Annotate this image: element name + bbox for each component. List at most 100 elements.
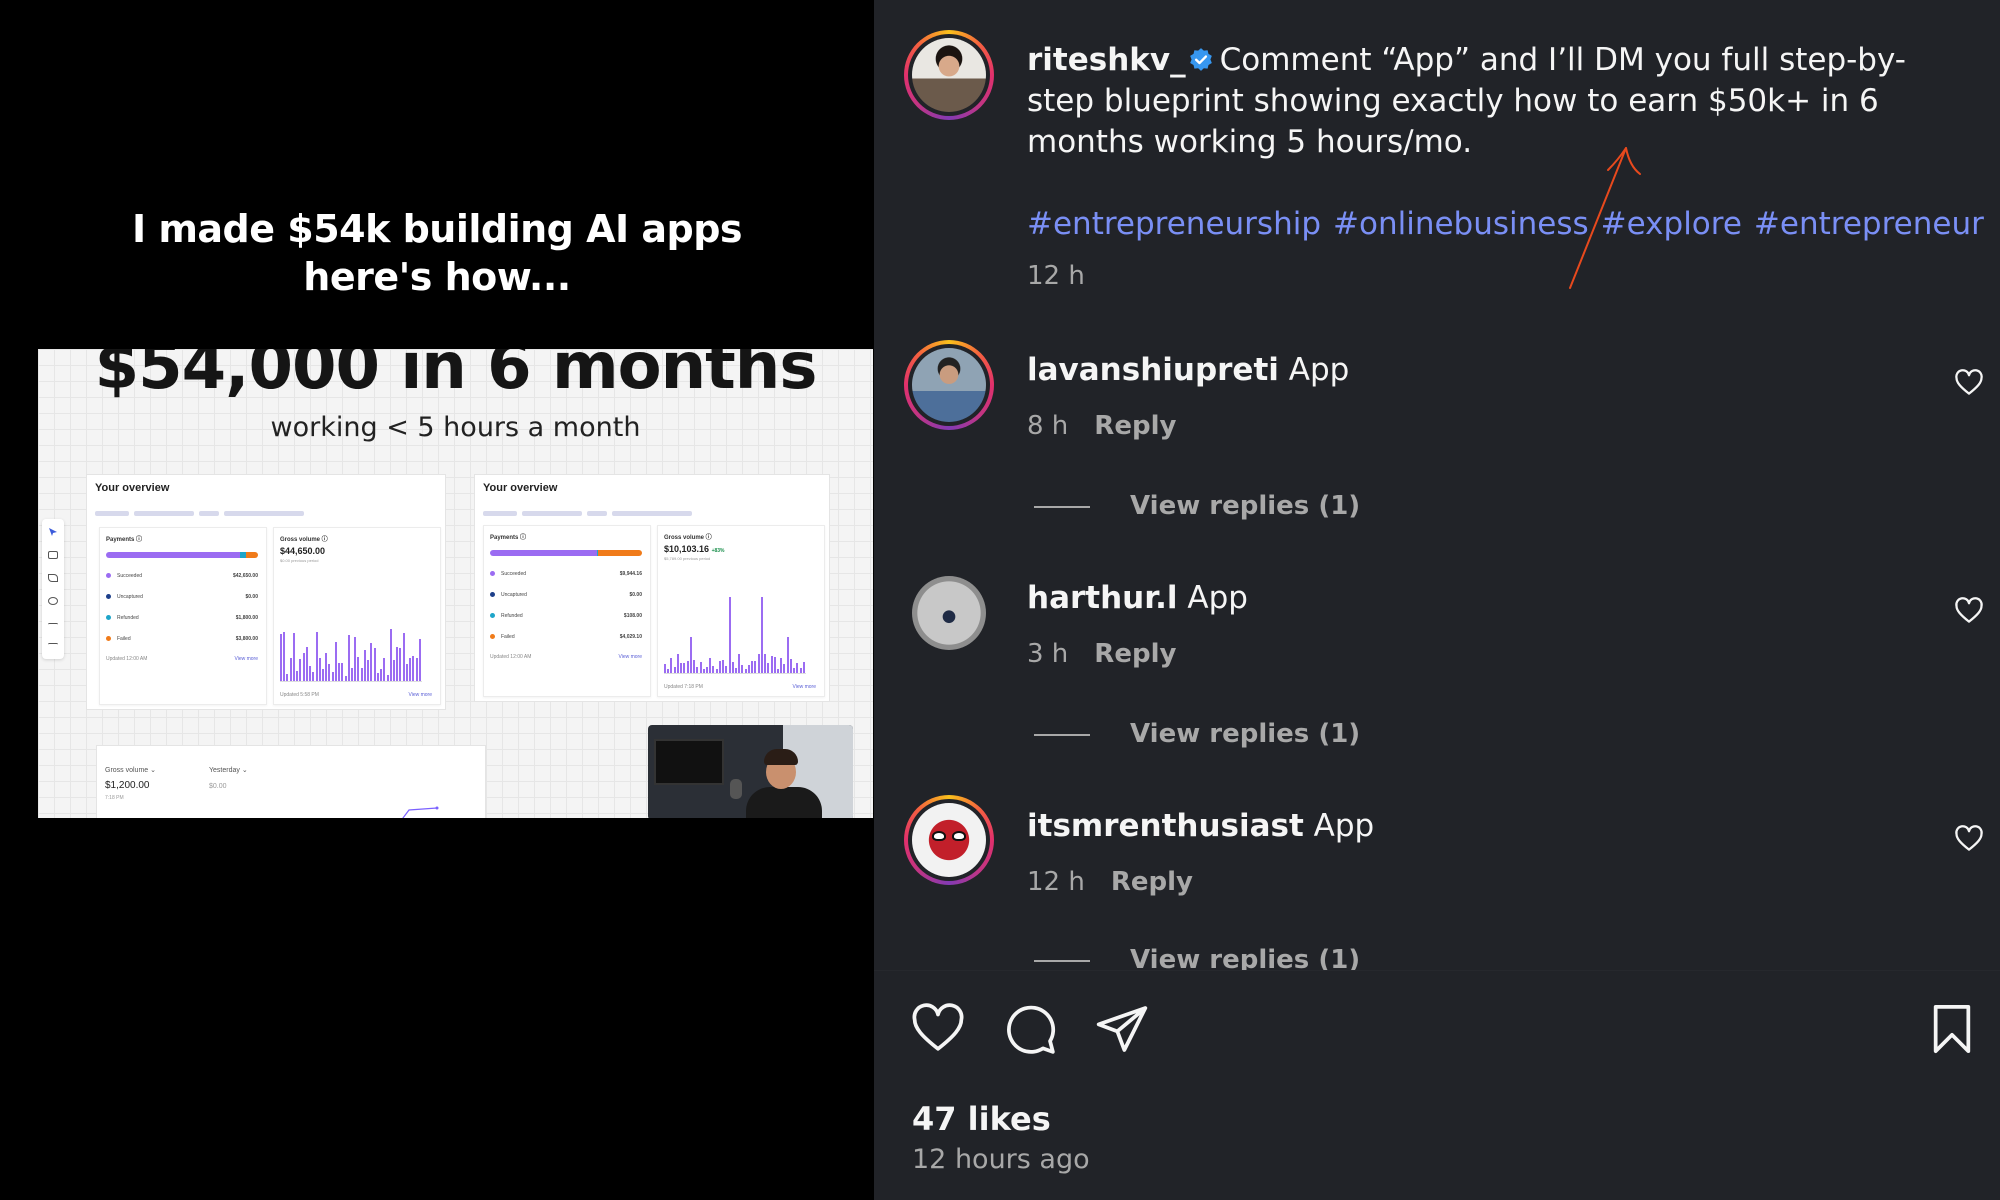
spark-bar xyxy=(286,673,289,681)
spark-bar xyxy=(776,668,779,673)
spark-bar xyxy=(363,650,366,681)
spark-bar xyxy=(376,673,379,681)
comment-body: lavanshiupreti App xyxy=(1027,350,1349,391)
trend-line xyxy=(402,806,439,818)
pen-icon xyxy=(48,574,58,582)
overview-panel-right: Your overview Payments ⓘ Succeeded $9,944… xyxy=(474,474,830,702)
spark-bar xyxy=(738,654,741,673)
bookmark-icon[interactable] xyxy=(1924,1001,1980,1057)
comment-username[interactable]: lavanshiupreti xyxy=(1027,352,1279,388)
author-avatar-photo xyxy=(912,38,986,112)
payments-updated: Updated 12:00 AM xyxy=(490,654,532,660)
gross-volume-updated: Updated 5:58 PM xyxy=(280,692,319,698)
spark-bar xyxy=(731,662,734,673)
yesterday-value: $0.00 xyxy=(209,783,227,790)
spark-bar xyxy=(305,647,308,681)
spark-bar xyxy=(796,663,799,673)
comment-icon[interactable] xyxy=(1002,1001,1058,1057)
spark-bar xyxy=(718,660,721,673)
payments-label: Payments ⓘ xyxy=(490,535,527,541)
video-caption-line-2: here's how... xyxy=(303,255,571,299)
legend-row-succeeded: Succeeded $9,944.16 xyxy=(490,570,642,578)
commenter-avatar-photo xyxy=(912,803,986,877)
comments-scroll-area[interactable]: riteshkv_ Comment “App” and I’ll DM you f… xyxy=(874,0,2000,970)
spark-bar xyxy=(341,662,344,681)
spark-bar xyxy=(699,661,702,673)
payments-updated: Updated 12:00 AM xyxy=(106,656,148,662)
comment-username[interactable]: harthur.l xyxy=(1027,580,1178,616)
spark-bar xyxy=(318,658,321,681)
post-media[interactable]: I made $54k building AI apps here's how.… xyxy=(0,0,874,1200)
spark-bar xyxy=(696,667,699,673)
spark-bar xyxy=(728,597,731,673)
commenter-avatar[interactable] xyxy=(904,795,994,885)
author-username[interactable]: riteshkv_ xyxy=(1027,42,1186,78)
spark-bar xyxy=(302,652,305,681)
spark-bar xyxy=(321,668,324,681)
likes-count[interactable]: 47 likes xyxy=(912,1099,1051,1139)
gross-volume-previous: $5,789.00 previous period xyxy=(664,556,711,561)
gross-volume-change-badge: +83% xyxy=(711,548,725,554)
commenter-avatar[interactable] xyxy=(912,576,986,650)
comment-time: 12 h xyxy=(1027,867,1085,897)
spark-bar xyxy=(280,633,282,681)
comment-like-heart-icon[interactable] xyxy=(1954,368,1984,398)
view-replies-button[interactable]: View replies (1) xyxy=(1034,490,1360,522)
legend-row-failed: Failed $4,029.10 xyxy=(490,633,642,641)
spark-bar xyxy=(689,637,692,673)
spark-bar xyxy=(735,668,737,673)
hashtag-link[interactable]: #explore xyxy=(1601,206,1742,242)
payments-label: Payments ⓘ xyxy=(106,537,143,543)
caption-hashtags: #entrepreneurship #onlinebusiness #explore… xyxy=(1027,204,1996,245)
comment-time: 8 h xyxy=(1027,411,1069,441)
spark-bar xyxy=(686,660,689,673)
spark-bar xyxy=(751,660,754,673)
spark-bar xyxy=(315,631,318,681)
overview-title: Your overview xyxy=(95,482,170,494)
gross-volume-label: Gross volume ⓘ xyxy=(280,537,328,543)
view-replies-button[interactable]: View replies (1) xyxy=(1034,944,1360,970)
commenter-avatar[interactable] xyxy=(904,340,994,430)
spark-bar xyxy=(786,637,789,673)
spark-bar xyxy=(373,647,376,681)
spark-bar xyxy=(418,638,421,681)
gross-volume-today-card: Gross volume ⌄ $1,200.00 7:18 PM Yesterd… xyxy=(96,745,486,818)
spark-bar xyxy=(328,663,331,681)
spark-bar xyxy=(386,675,389,681)
gross-volume-label: Gross volume ⓘ xyxy=(664,535,712,541)
spark-bar xyxy=(367,660,370,681)
spark-bar xyxy=(357,656,360,681)
reply-button[interactable]: Reply xyxy=(1094,639,1176,669)
paper-plane-icon[interactable] xyxy=(1094,1001,1150,1057)
spark-bar xyxy=(799,667,802,673)
spark-bar xyxy=(664,664,666,673)
post-action-bar: 47 likes 12 hours ago xyxy=(874,970,2000,1200)
spark-bar xyxy=(773,656,776,673)
comment-like-heart-icon[interactable] xyxy=(1954,824,1984,854)
heart-icon[interactable] xyxy=(910,1001,966,1057)
spark-bar xyxy=(673,667,676,673)
gross-volume-today-value: $1,200.00 xyxy=(105,780,150,791)
hashtag-link[interactable]: #onlinebusiness xyxy=(1333,206,1589,242)
gross-volume-value: $10,103.16 +83% xyxy=(664,544,725,554)
spark-bar xyxy=(299,659,302,681)
spark-bar xyxy=(289,658,292,681)
overview-panel-left: Your overview Payments ⓘ Succeeded $42,65… xyxy=(86,474,446,710)
spark-bar xyxy=(412,655,415,681)
author-avatar[interactable] xyxy=(904,30,994,120)
hashtag-link[interactable]: #entrepreneur xyxy=(1754,206,1984,242)
webcam-overlay xyxy=(648,725,853,818)
comment-username[interactable]: itsmrenthusiast xyxy=(1027,808,1304,844)
hashtag-link[interactable]: #entrepreneurship xyxy=(1027,206,1321,242)
view-replies-button[interactable]: View replies (1) xyxy=(1034,718,1360,750)
gross-volume-card: Gross volume ⓘ $10,103.16 +83% $5,789.00… xyxy=(657,525,825,697)
comment-like-heart-icon[interactable] xyxy=(1954,596,1984,626)
gross-volume-previous: $0.00 previous period xyxy=(280,558,319,563)
spark-bar xyxy=(693,660,696,673)
comments-panel: riteshkv_ Comment “App” and I’ll DM you f… xyxy=(874,0,2000,1200)
reply-button[interactable]: Reply xyxy=(1111,867,1193,897)
reply-button[interactable]: Reply xyxy=(1094,411,1176,441)
spark-bar xyxy=(680,662,683,673)
spark-bar xyxy=(360,668,363,681)
spark-bar xyxy=(715,668,718,673)
